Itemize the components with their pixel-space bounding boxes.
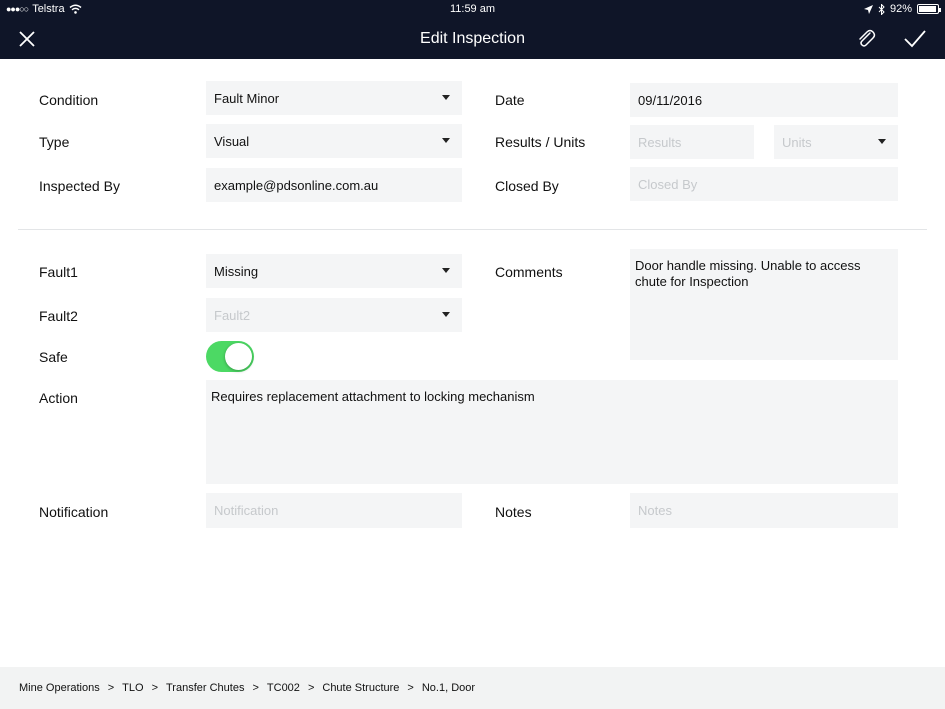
fault1-label: Fault1 [39,264,78,280]
battery-percent: 92% [889,3,912,15]
results-input[interactable]: Results [630,125,754,159]
results-placeholder: Results [638,134,682,150]
notes-field[interactable]: Notes [630,493,898,528]
paperclip-icon [859,29,876,47]
comments-textarea[interactable]: Door handle missing. Unable to access ch… [630,249,898,360]
section-divider [18,229,927,230]
fault1-select[interactable]: Missing [206,254,462,288]
breadcrumb-separator: > [307,682,315,694]
inspected-by-value: example@pdsonline.com.au [214,177,379,193]
action-label: Action [39,390,78,406]
action-value: Requires replacement attachment to locki… [211,389,535,404]
page-title: Edit Inspection [420,30,525,47]
condition-label: Condition [39,92,99,108]
toggle-knob [225,343,252,370]
breadcrumb-item[interactable]: TLO [122,682,143,694]
chevron-down-icon [442,268,450,273]
chevron-down-icon [878,139,886,144]
comments-value: Door handle missing. Unable to access ch… [635,258,861,289]
breadcrumb: Mine Operations > TLO > Transfer Chutes > TC00… [0,667,945,709]
date-label: Date [495,92,525,108]
results-units-label: Results / Units [495,134,586,150]
action-textarea[interactable]: Requires replacement attachment to locki… [206,380,898,484]
checkmark-icon [904,30,926,48]
fault2-select[interactable]: Fault2 [206,298,462,332]
top-bar: ●●●○○ Telstra 11:59 am 92% Edit Inspecti… [0,0,945,59]
units-placeholder: Units [782,134,812,150]
notification-field[interactable]: Notification [206,493,462,528]
inspected-by-label: Inspected By [39,178,120,194]
condition-value: Fault Minor [214,90,280,106]
chevron-down-icon [442,138,450,143]
type-select[interactable]: Visual [206,124,462,158]
inspected-by-field[interactable]: example@pdsonline.com.au [206,168,462,202]
type-value: Visual [214,133,250,149]
breadcrumb-item[interactable]: TC002 [267,682,300,694]
breadcrumb-item[interactable]: Transfer Chutes [166,682,244,694]
breadcrumb-separator: > [151,682,158,694]
bluetooth-icon [878,3,885,15]
closed-by-field[interactable]: Closed By [630,167,898,201]
notification-placeholder: Notification [214,503,279,518]
fault1-value: Missing [214,263,259,279]
type-label: Type [39,134,70,150]
condition-select[interactable]: Fault Minor [206,81,462,115]
chevron-down-icon [442,95,450,100]
safe-label: Safe [39,349,68,365]
notification-label: Notification [39,504,109,520]
closed-by-placeholder: Closed By [638,176,698,192]
clock: 11:59 am [449,3,496,15]
breadcrumb-separator: > [407,682,414,694]
units-select[interactable]: Units [774,125,898,159]
fault2-label: Fault2 [39,308,78,324]
breadcrumb-item[interactable]: No.1, Door [422,682,475,694]
date-field[interactable]: 09/11/2016 [630,83,898,117]
notes-placeholder: Notes [638,503,672,518]
closed-by-label: Closed By [495,178,559,194]
notes-label: Notes [495,504,532,520]
date-value: 09/11/2016 [638,92,703,108]
comments-label: Comments [495,264,563,280]
chevron-down-icon [442,312,450,317]
save-button[interactable] [901,26,929,52]
breadcrumb-separator: > [107,682,115,694]
breadcrumb-item[interactable]: Chute Structure [322,682,399,694]
location-icon [863,4,873,14]
status-bar: ●●●○○ Telstra 11:59 am 92% [0,0,945,20]
battery-icon [917,4,941,14]
breadcrumb-separator: > [252,682,259,694]
safe-toggle[interactable] [206,341,254,372]
breadcrumb-item[interactable]: Mine Operations [19,682,100,694]
fault2-placeholder: Fault2 [214,307,251,323]
attach-button[interactable] [852,26,880,52]
